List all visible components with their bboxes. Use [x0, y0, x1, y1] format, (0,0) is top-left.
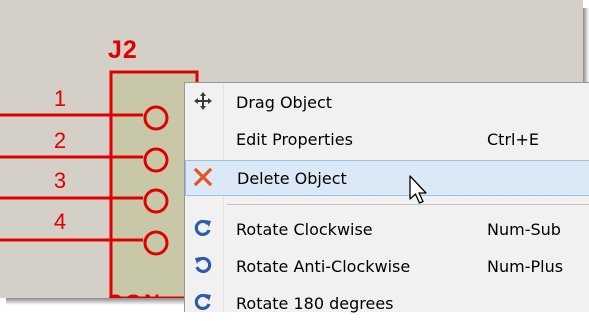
part-value-label: CON — [107, 290, 162, 298]
menu-item-shortcut: Num-Plus — [487, 257, 564, 276]
part-reference-label: J2 — [108, 36, 138, 64]
menu-item-shortcut: Num-Sub — [487, 220, 561, 239]
menu-item-shortcut: Ctrl+E — [487, 130, 539, 149]
menu-separator — [227, 204, 589, 205]
menu-item-label: Rotate Clockwise — [236, 220, 373, 239]
menu-item-edit-properties[interactable]: Edit Properties Ctrl+E — [185, 121, 589, 157]
delete-x-icon — [191, 165, 215, 189]
menu-item-label: Delete Object — [237, 169, 347, 188]
menu-item-drag-object[interactable]: Drag Object — [185, 84, 589, 120]
menu-item-rotate-clockwise[interactable]: Rotate Clockwise Num-Sub — [185, 211, 589, 247]
context-menu: Drag Object Edit Properties Ctrl+E Delet… — [184, 82, 589, 313]
rotate-180-icon — [191, 290, 215, 314]
pin-number-3: 3 — [53, 168, 67, 193]
rotate-clockwise-icon — [191, 216, 215, 240]
pin-number-4: 4 — [53, 209, 67, 234]
menu-item-label: Rotate 180 degrees — [236, 294, 394, 313]
menu-item-rotate-180[interactable]: Rotate 180 degrees — [185, 285, 589, 321]
menu-item-rotate-anticlockwise[interactable]: Rotate Anti-Clockwise Num-Plus — [185, 248, 589, 284]
mouse-pointer-icon — [409, 175, 427, 204]
move-arrows-icon — [191, 89, 215, 113]
pin-number-1: 1 — [53, 86, 67, 111]
rotate-anticlockwise-icon — [191, 253, 215, 277]
menu-item-label: Edit Properties — [236, 130, 353, 149]
pin-number-2: 2 — [53, 128, 67, 153]
menu-item-label: Rotate Anti-Clockwise — [236, 257, 411, 276]
menu-item-delete-object[interactable]: Delete Object — [185, 160, 589, 196]
menu-item-label: Drag Object — [236, 93, 333, 112]
